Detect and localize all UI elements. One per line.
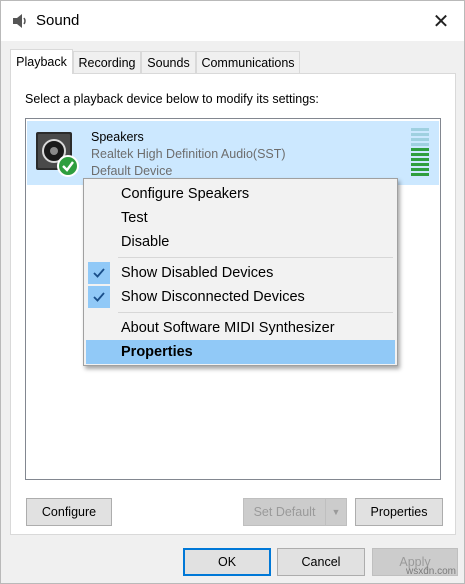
level-segment xyxy=(411,163,429,166)
tab-recording[interactable]: Recording xyxy=(73,51,141,73)
menu-item-label: Properties xyxy=(121,344,193,360)
window-title: Sound xyxy=(36,12,80,29)
menu-item-disable[interactable]: Disable xyxy=(86,230,395,254)
sound-speaker-icon xyxy=(13,14,26,28)
tab-playback[interactable]: Playback xyxy=(10,49,73,74)
chevron-down-icon: ▼ xyxy=(331,507,341,517)
device-driver: Realtek High Definition Audio(SST) xyxy=(91,147,286,161)
menu-item-show-disconnected-devices[interactable]: Show Disconnected Devices xyxy=(86,285,395,309)
checkmark-icon xyxy=(88,286,110,308)
tab-communications[interactable]: Communications xyxy=(196,51,300,73)
title-bar: Sound ✕ xyxy=(1,1,464,41)
menu-item-label: About Software MIDI Synthesizer xyxy=(121,320,335,336)
device-status: Default Device xyxy=(91,164,173,178)
speaker-icon xyxy=(36,132,79,177)
menu-item-properties[interactable]: Properties xyxy=(86,340,395,364)
menu-item-configure-speakers[interactable]: Configure Speakers xyxy=(86,182,395,206)
context-menu: Configure Speakers Test Disable Show Dis… xyxy=(83,178,398,366)
close-icon: ✕ xyxy=(432,10,450,33)
menu-item-label: Test xyxy=(121,210,148,226)
set-default-button[interactable]: Set Default xyxy=(243,498,326,526)
set-default-dropdown-button[interactable]: ▼ xyxy=(325,498,347,526)
properties-button[interactable]: Properties xyxy=(355,498,443,526)
level-segment xyxy=(411,138,429,141)
device-row-speakers[interactable]: Speakers Realtek High Definition Audio(S… xyxy=(27,121,439,185)
cancel-button[interactable]: Cancel xyxy=(277,548,365,576)
menu-item-label: Show Disabled Devices xyxy=(121,265,274,281)
default-check-icon xyxy=(57,155,79,177)
level-segment xyxy=(411,128,429,131)
device-name: Speakers xyxy=(91,130,144,144)
menu-separator xyxy=(118,312,393,313)
level-segment xyxy=(411,158,429,161)
close-button[interactable]: ✕ xyxy=(418,1,464,41)
watermark: wsxdn.com xyxy=(405,566,456,577)
checkmark-icon xyxy=(88,262,110,284)
level-segment xyxy=(411,148,429,151)
level-segment xyxy=(411,133,429,136)
menu-item-label: Show Disconnected Devices xyxy=(121,289,305,305)
level-segment xyxy=(411,153,429,156)
tab-sounds[interactable]: Sounds xyxy=(141,51,196,73)
menu-item-label: Configure Speakers xyxy=(121,186,250,202)
menu-item-test[interactable]: Test xyxy=(86,206,395,230)
menu-item-show-disabled-devices[interactable]: Show Disabled Devices xyxy=(86,261,395,285)
volume-level-meter xyxy=(411,128,429,178)
level-segment xyxy=(411,173,429,176)
level-segment xyxy=(411,168,429,171)
ok-button[interactable]: OK xyxy=(183,548,271,576)
instruction-text: Select a playback device below to modify… xyxy=(25,92,319,106)
level-segment xyxy=(411,143,429,146)
menu-item-label: Disable xyxy=(121,234,170,250)
menu-item-about-midi-synthesizer[interactable]: About Software MIDI Synthesizer xyxy=(86,316,395,340)
menu-separator xyxy=(118,257,393,258)
configure-button[interactable]: Configure xyxy=(26,498,112,526)
